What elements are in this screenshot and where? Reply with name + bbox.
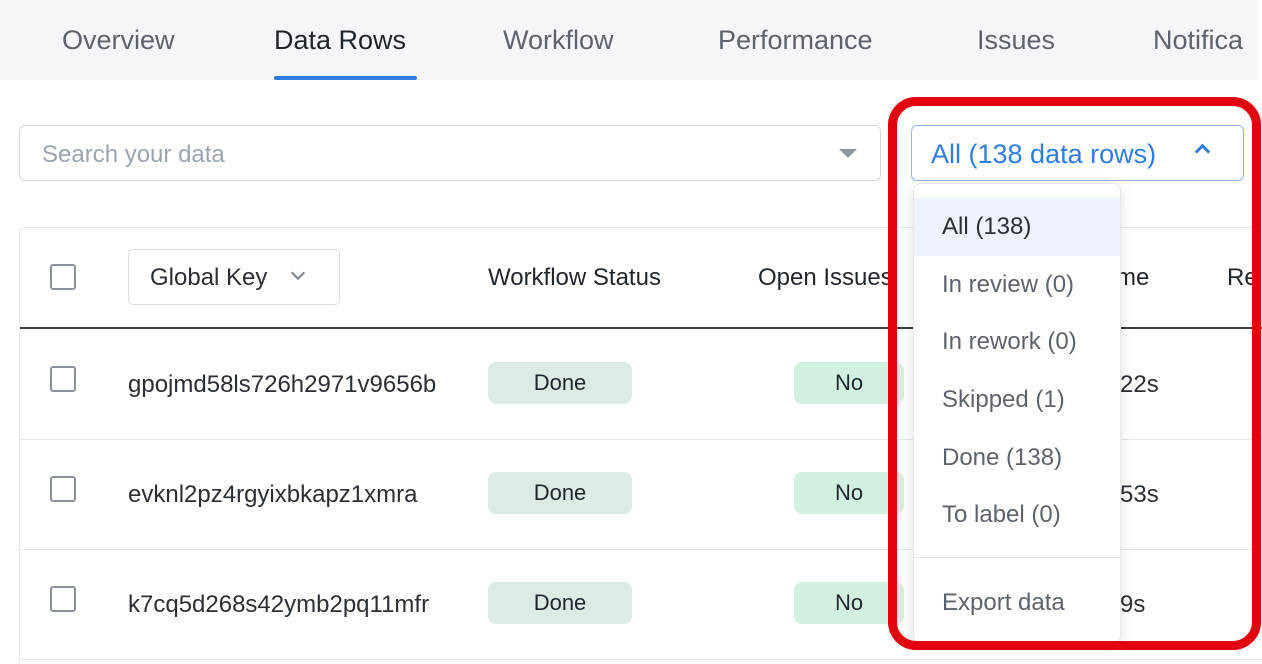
active-tab-indicator: [274, 76, 417, 80]
tab-data-rows[interactable]: Data Rows: [274, 20, 406, 60]
menu-item-in-review[interactable]: In review (0): [914, 256, 1120, 314]
status-badge: Done: [488, 362, 632, 404]
search-input[interactable]: [40, 136, 804, 174]
time-header: me: [1116, 264, 1150, 291]
tab-bar: Overview Data Rows Workflow Performance …: [0, 0, 1258, 80]
menu-item-skipped[interactable]: Skipped (1): [914, 371, 1120, 429]
global-key-cell: gpojmd58ls726h2971v9656b: [128, 371, 437, 398]
menu-divider: [914, 557, 1120, 558]
row-checkbox[interactable]: [50, 366, 76, 392]
row-filter-menu: All (138) In review (0) In rework (0) Sk…: [913, 183, 1121, 643]
global-key-cell: evknl2pz4rgyixbkapz1xmra: [128, 481, 418, 508]
chevron-down-icon: [290, 265, 306, 281]
open-issues-badge: No: [794, 362, 904, 404]
global-key-header-label: Global Key: [150, 264, 268, 291]
open-issues-header: Open Issues: [758, 264, 893, 291]
open-issues-badge: No: [794, 582, 904, 624]
caret-down-icon[interactable]: [839, 149, 857, 158]
tab-notifications[interactable]: Notifica: [1153, 20, 1243, 60]
tab-issues[interactable]: Issues: [977, 20, 1055, 60]
row-checkbox[interactable]: [50, 476, 76, 502]
menu-item-done[interactable]: Done (138): [914, 429, 1120, 487]
menu-item-in-rework[interactable]: In rework (0): [914, 313, 1120, 371]
time-cell: 9s: [1120, 591, 1146, 618]
workflow-status-header: Workflow Status: [488, 264, 661, 291]
page: Overview Data Rows Workflow Performance …: [0, 0, 1262, 664]
global-key-column-select[interactable]: Global Key: [128, 249, 340, 305]
export-data-item[interactable]: Export data: [914, 574, 1120, 632]
search-box[interactable]: [19, 125, 881, 181]
row-filter-label: All (138 data rows): [931, 139, 1157, 169]
status-badge: Done: [488, 472, 632, 514]
menu-item-all[interactable]: All (138): [914, 198, 1120, 256]
next-column-header: Re: [1227, 264, 1258, 291]
chevron-up-icon: [1194, 143, 1211, 160]
time-cell: 22s: [1120, 371, 1159, 398]
global-key-cell: k7cq5d268s42ymb2pq11mfr: [128, 591, 430, 618]
menu-item-to-label[interactable]: To label (0): [914, 486, 1120, 544]
tab-workflow[interactable]: Workflow: [503, 20, 614, 60]
tab-performance[interactable]: Performance: [718, 20, 873, 60]
open-issues-badge: No: [794, 472, 904, 514]
select-all-checkbox[interactable]: [50, 264, 76, 290]
row-filter-select[interactable]: All (138 data rows): [911, 125, 1244, 181]
time-cell: 53s: [1120, 481, 1159, 508]
tab-overview[interactable]: Overview: [62, 20, 175, 60]
status-badge: Done: [488, 582, 632, 624]
row-checkbox[interactable]: [50, 586, 76, 612]
